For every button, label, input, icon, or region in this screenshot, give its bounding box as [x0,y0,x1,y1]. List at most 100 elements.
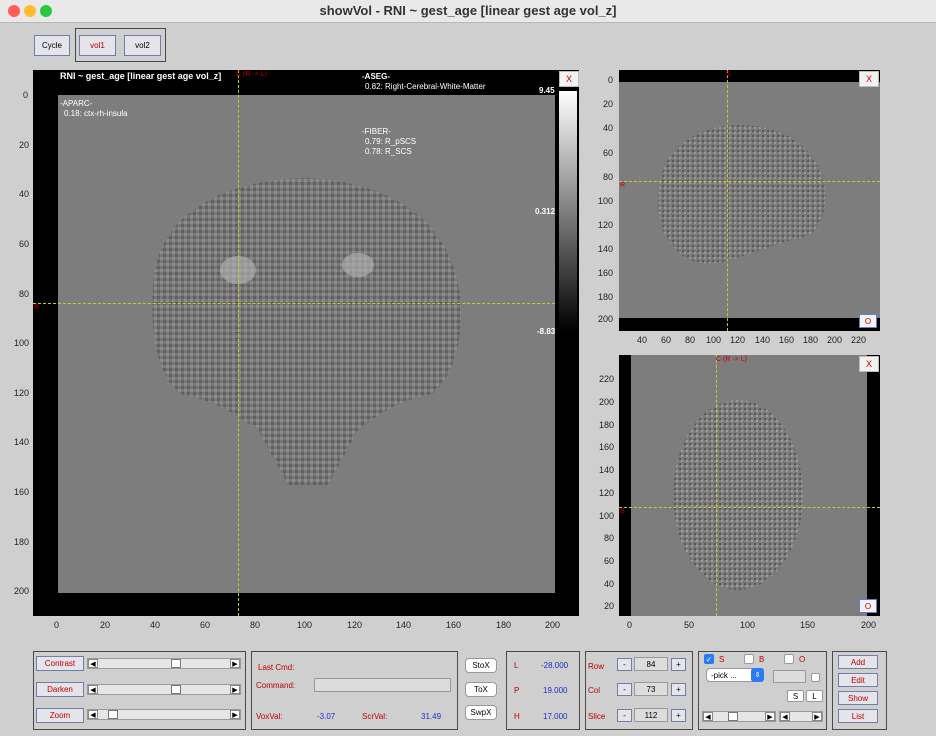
fiber-header: -FIBER- [362,127,391,136]
darken-button[interactable]: Darken [36,682,84,697]
col-decrement-button[interactable]: - [617,683,632,696]
p-label: P [514,686,520,695]
aseg-header: -ASEG- [362,72,390,81]
sagittal-y-tick: 20 [603,99,614,109]
overlay-right-arrow[interactable]: ▶ [765,712,775,721]
sagittal-o-button[interactable]: O [859,314,877,328]
contrast-button[interactable]: Contrast [36,656,84,671]
overlay2-left-arrow[interactable]: ◀ [780,712,790,721]
col-increment-button[interactable]: + [671,683,686,696]
axial-o-button[interactable]: O [859,599,877,613]
axial-y-tick: 220 [599,374,615,384]
b-checkbox[interactable] [744,654,754,664]
overlay-extra-checkbox[interactable] [811,673,820,682]
darken-left-arrow[interactable]: ◀ [88,685,98,694]
sagittal-top-label: S [726,71,731,78]
coronal-close-button[interactable]: X [559,71,579,87]
crosshair-horizontal [33,303,555,304]
sagittal-close-button[interactable]: X [859,71,879,87]
axial-y-tick: 40 [604,579,615,589]
slice-increment-button[interactable]: + [671,709,686,722]
vol1-button[interactable]: vol1 [79,35,116,56]
slice-decrement-button[interactable]: - [617,709,632,722]
tox-button[interactable]: ToX [465,682,497,697]
row-field[interactable]: 84 [634,657,668,671]
add-button[interactable]: Add [838,655,878,669]
coronal-brain-image [152,178,462,485]
coronal-x-tick: 20 [100,620,111,630]
l-label: L [514,661,519,670]
coronal-y-tick: 100 [14,338,30,348]
contrast-slider[interactable] [87,658,241,669]
fiber-value-1: 0.79: R_pSCS [365,137,417,146]
col-field[interactable]: 73 [634,682,668,696]
axial-y-tick: 20 [604,601,615,611]
axial-x-tick: 100 [740,620,756,630]
axial-x-tick: 200 [861,620,877,630]
swpx-button[interactable]: SwpX [465,705,497,720]
darken-thumb[interactable] [171,685,182,694]
aparc-header: -APARC- [60,99,93,108]
colorbar-min: -8.83 [537,327,556,336]
overlay2-right-arrow[interactable]: ▶ [812,712,822,721]
coronal-y-tick: 180 [14,537,30,547]
sagittal-x-tick: 180 [803,335,819,345]
list-button[interactable]: List [838,709,878,723]
contrast-thumb[interactable] [171,659,182,668]
axial-y-tick: 140 [599,465,615,475]
slice-label: Slice [588,712,606,721]
sagittal-x-tick: 100 [706,335,722,345]
slice-field[interactable]: 112 [634,708,668,722]
row-decrement-button[interactable]: - [617,658,632,671]
l-button[interactable]: L [806,690,823,702]
overlay-thumb[interactable] [728,712,738,721]
zoom-right-arrow[interactable]: ▶ [230,710,240,719]
axial-close-button[interactable]: X [859,356,879,372]
coronal-x-tick: 120 [347,620,363,630]
s-checkbox[interactable]: ✓ [704,654,714,664]
s-button[interactable]: S [787,690,804,702]
coronal-y-tick: 80 [19,289,30,299]
voxval-value: -3.07 [317,712,336,721]
p-value: 19.000 [543,686,568,695]
contrast-right-arrow[interactable]: ▶ [230,659,240,668]
colorbar-max: 9.45 [539,86,555,95]
sagittal-y-tick: 0 [608,75,614,85]
h-label: H [514,712,520,721]
h-value: 17.000 [543,712,568,721]
overlay-left-arrow[interactable]: ◀ [703,712,713,721]
command-input[interactable] [314,678,451,692]
o-checkbox-label: O [799,655,806,664]
coronal-x-tick: 60 [200,620,211,630]
vol2-button[interactable]: vol2 [124,35,161,56]
sagittal-y-tick: 120 [598,220,614,230]
stox-button[interactable]: StoX [465,658,497,673]
row-increment-button[interactable]: + [671,658,686,671]
sagittal-y-tick: 100 [598,196,614,206]
s-checkbox-label: S [719,655,725,664]
coronal-y-tick: 0 [23,90,29,100]
axial-y-tick: 180 [599,420,615,430]
overlay-value-field[interactable] [773,670,806,683]
sagittal-x-tick: 60 [661,335,672,345]
sagittal-crosshair-vertical [727,70,728,331]
coronal-orientation-label: C (R -> L) [236,71,267,78]
darken-right-arrow[interactable]: ▶ [230,685,240,694]
contrast-left-arrow[interactable]: ◀ [88,659,98,668]
zoom-left-arrow[interactable]: ◀ [88,710,98,719]
sagittal-y-tick: 60 [603,148,614,158]
axial-y-tick: 60 [604,556,615,566]
cycle-button[interactable]: Cycle [34,35,70,56]
edit-button[interactable]: Edit [838,673,878,687]
sagittal-x-tick: 160 [779,335,795,345]
darken-slider[interactable] [87,684,241,695]
o-checkbox[interactable] [784,654,794,664]
coronal-y-tick: 160 [14,487,30,497]
axial-brain-image [673,400,803,590]
zoom-button[interactable]: Zoom [36,708,84,723]
show-button[interactable]: Show [838,691,878,705]
chevron-updown-icon[interactable]: ⇕ [751,668,764,682]
axial-x-tick: 50 [684,620,695,630]
scrval-label: ScrVal: [362,712,388,721]
zoom-thumb[interactable] [107,710,118,719]
